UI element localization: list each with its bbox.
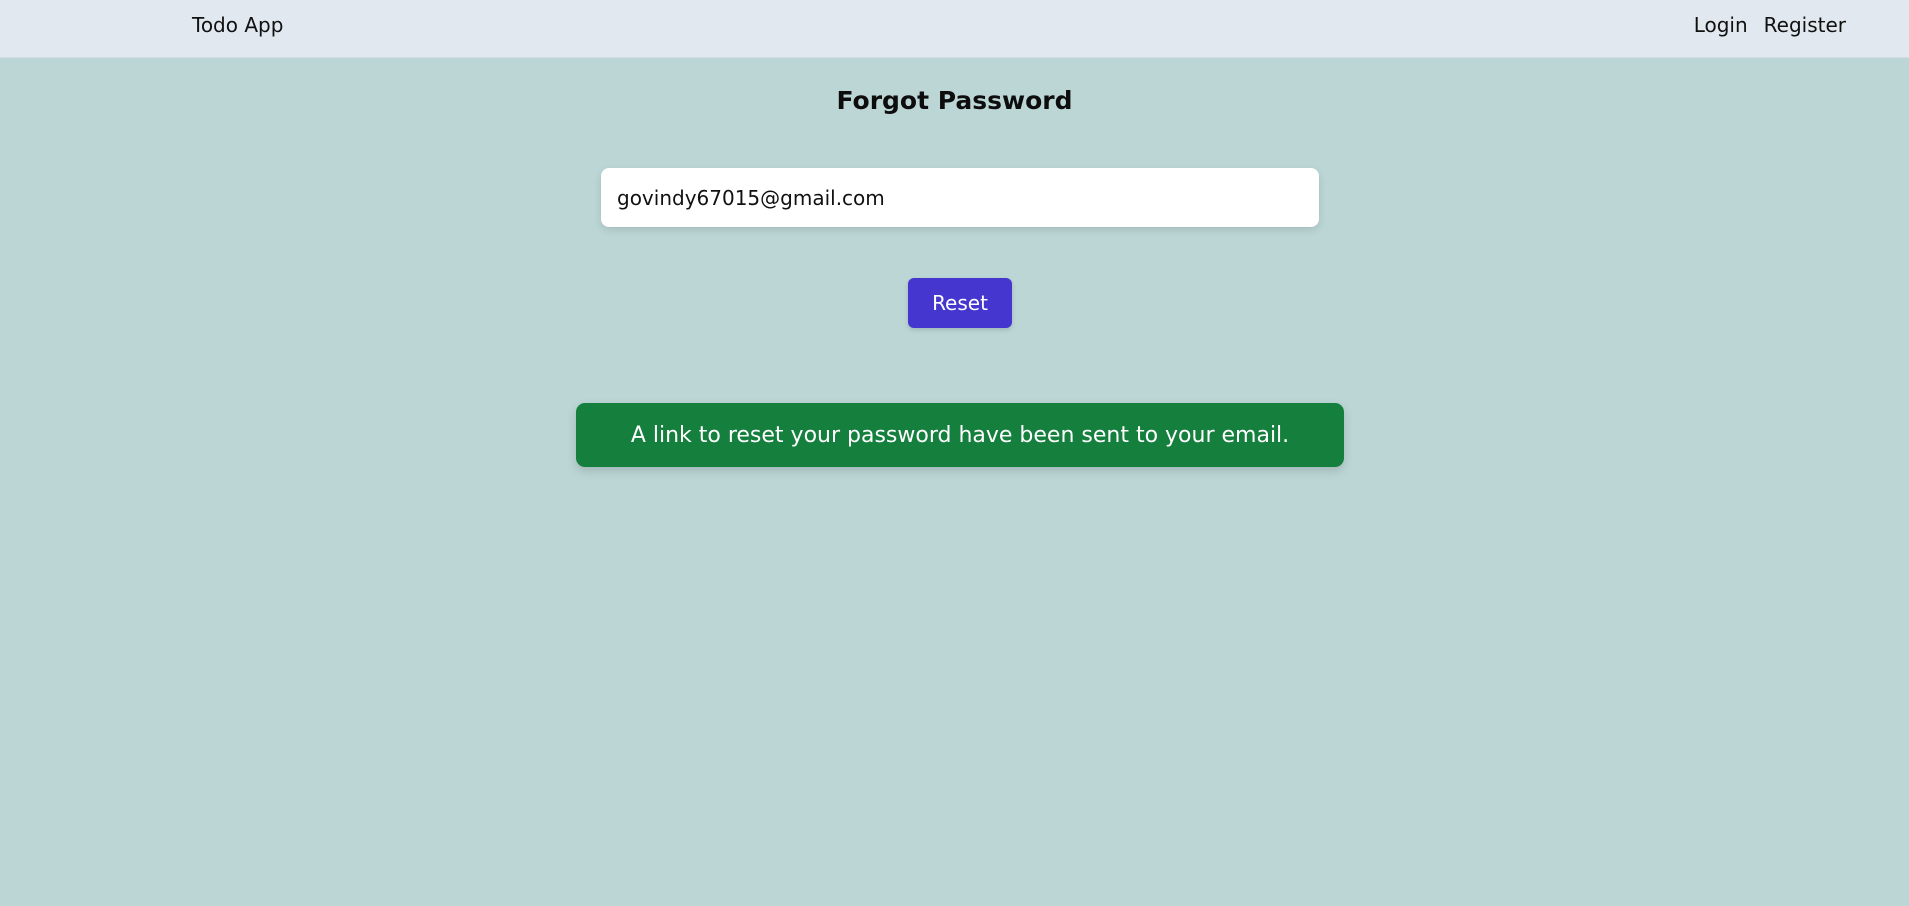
page-title: Forgot Password <box>836 86 1073 115</box>
navbar: Todo App Login Register <box>0 0 1909 58</box>
reset-button[interactable]: Reset <box>908 278 1012 328</box>
email-field[interactable] <box>601 168 1319 227</box>
success-alert: A link to reset your password have been … <box>576 403 1344 467</box>
alert-message: A link to reset your password have been … <box>630 422 1290 448</box>
brand-link[interactable]: Todo App <box>192 12 283 38</box>
register-link[interactable]: Register <box>1764 12 1846 38</box>
login-link[interactable]: Login <box>1694 12 1748 38</box>
nav-links: Login Register <box>1694 12 1846 38</box>
